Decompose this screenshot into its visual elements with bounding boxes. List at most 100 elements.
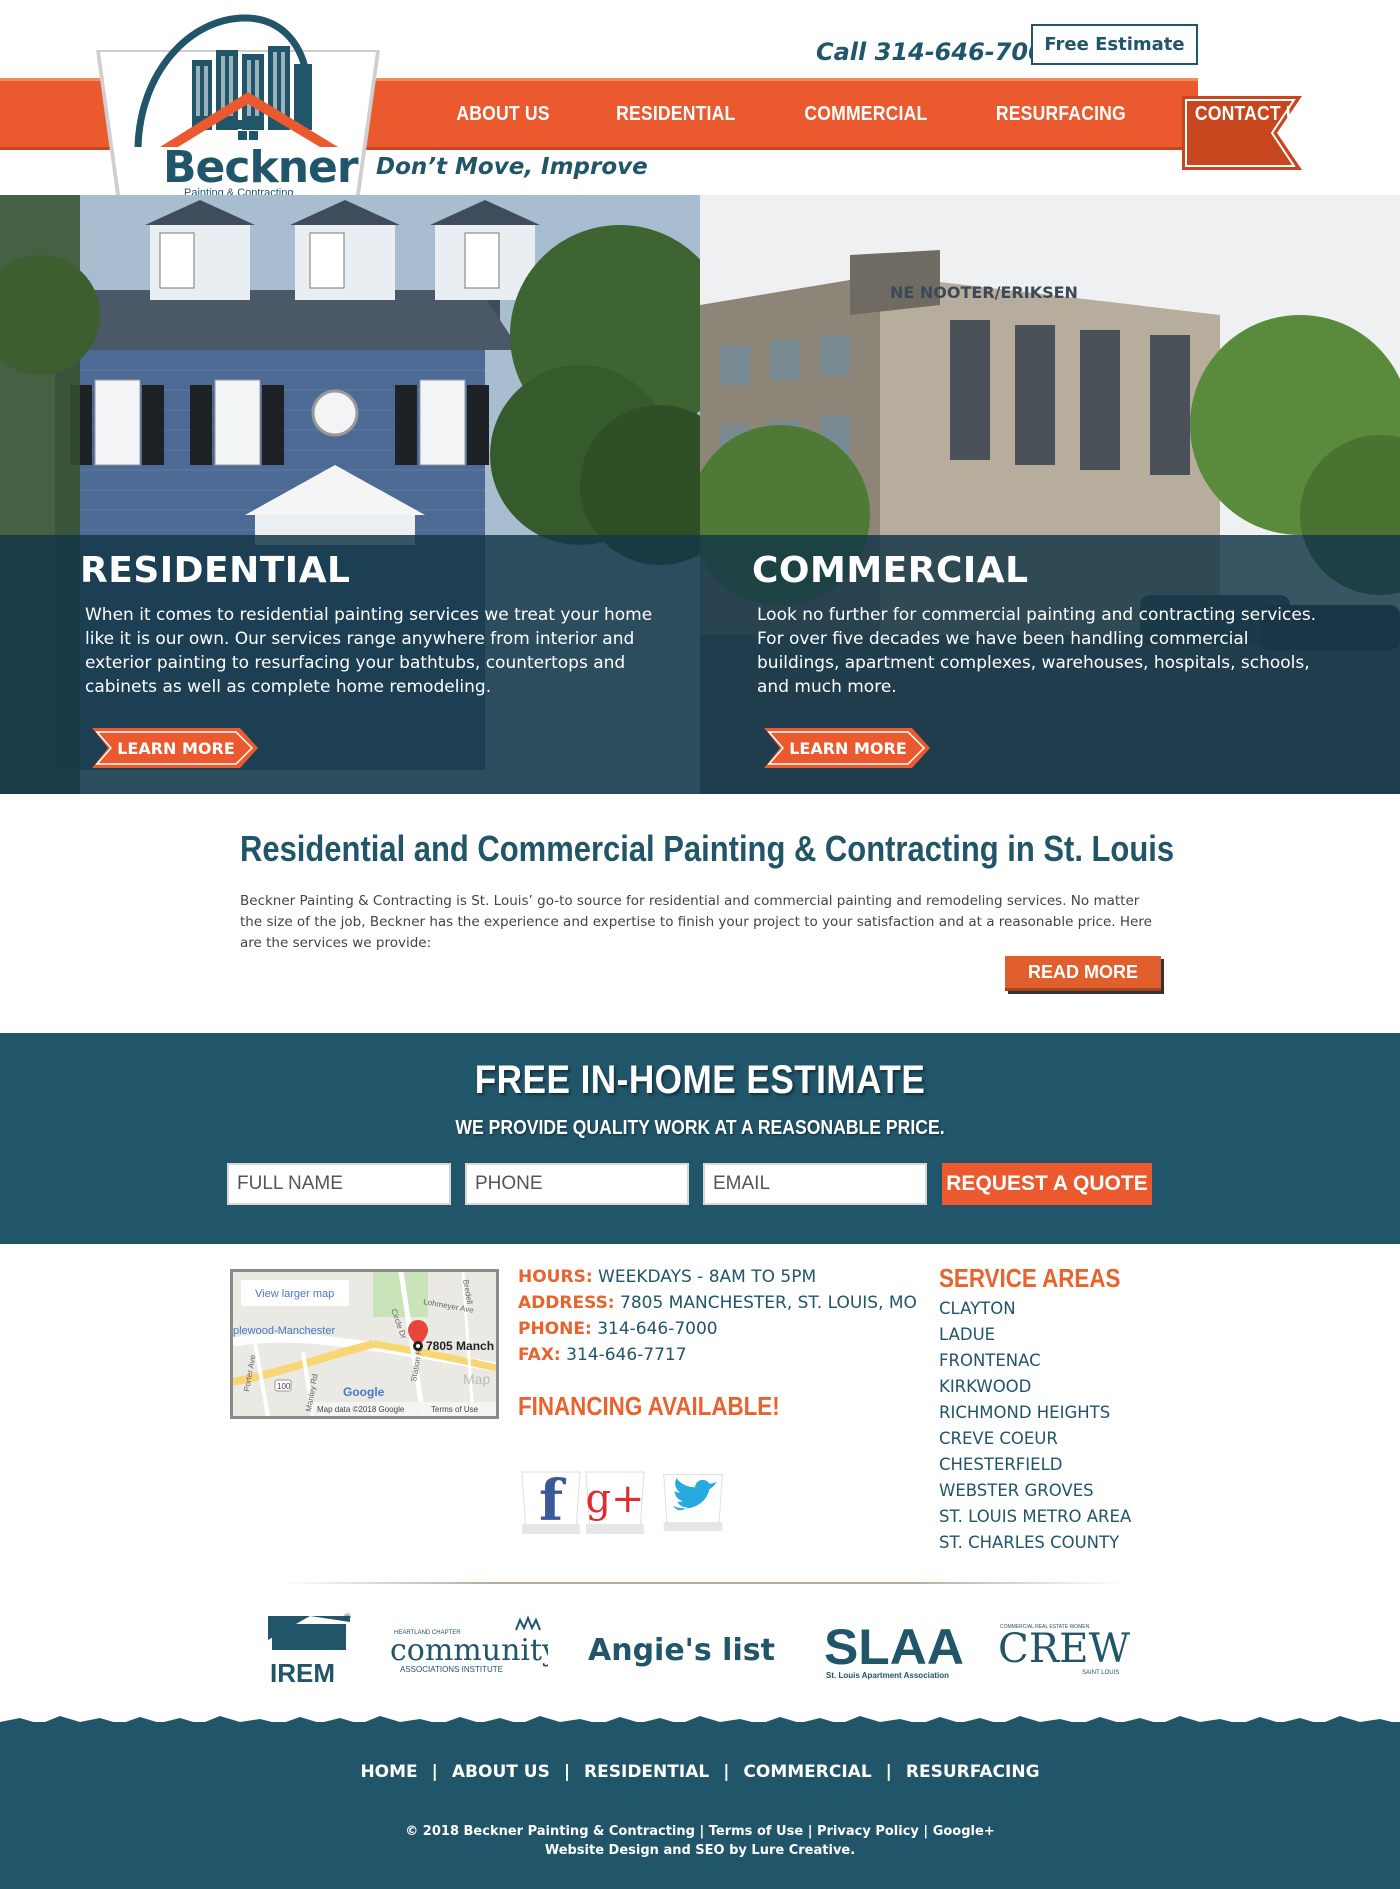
main-nav: ABOUT US RESIDENTIAL COMMERCIAL RESURFAC… bbox=[430, 78, 1351, 150]
map-route-number: 100 bbox=[277, 1382, 291, 1391]
location-map[interactable]: View larger map plewood-Manchester Circl… bbox=[230, 1269, 499, 1419]
footer-privacy-link[interactable]: Privacy Policy bbox=[817, 1824, 919, 1839]
crew-logo-main: CREW bbox=[998, 1626, 1130, 1672]
map-watermark-text: Map bbox=[463, 1371, 490, 1387]
fax-label: FAX: bbox=[518, 1345, 561, 1365]
building-sign-text: NE NOOTER/ERIKSEN bbox=[890, 283, 1078, 302]
svg-text:®: ® bbox=[344, 1612, 351, 1622]
service-area-item: ST. CHARLES COUNTY bbox=[939, 1533, 1120, 1552]
footer-nav-commercial[interactable]: COMMERCIAL bbox=[743, 1762, 871, 1782]
map-terms-link[interactable]: Terms of Use bbox=[431, 1405, 479, 1414]
commercial-learn-more-label: LEARN MORE bbox=[789, 738, 907, 758]
commercial-learn-more-button[interactable]: LEARN MORE bbox=[756, 726, 932, 770]
angies-list-logo[interactable]: Angie's list bbox=[586, 1610, 786, 1684]
footer-credit[interactable]: Website Design and SEO by Lure Creative. bbox=[545, 1843, 855, 1858]
footer-nav: HOME | ABOUT US | RESIDENTIAL | COMMERCIAL | RES… bbox=[360, 1762, 1040, 1782]
site-header: ABOUT US RESIDENTIAL COMMERCIAL RESURFAC… bbox=[0, 0, 1400, 214]
service-areas-title: SERVICE AREAS bbox=[939, 1263, 1121, 1293]
service-area-item: CREVE COEUR bbox=[939, 1429, 1058, 1448]
hours-label: HOURS: bbox=[518, 1267, 593, 1287]
cai-logo-main: community bbox=[390, 1633, 548, 1668]
hero-commercial-title: COMMERCIAL bbox=[752, 550, 1029, 591]
phone-field[interactable] bbox=[465, 1163, 689, 1205]
service-area-item: RICHMOND HEIGHTS bbox=[939, 1403, 1111, 1422]
intro-heading: Residential and Commercial Painting & Co… bbox=[240, 828, 1175, 869]
map-place-label: plewood-Manchester bbox=[233, 1325, 335, 1337]
site-footer bbox=[0, 1722, 1400, 1889]
fax-value: 314-646-7717 bbox=[566, 1345, 687, 1365]
hero-residential-text: When it comes to residential painting se… bbox=[85, 605, 653, 697]
header-phone[interactable]: Call 314-646-7000 bbox=[816, 38, 1062, 66]
address-label: ADDRESS: bbox=[518, 1293, 615, 1313]
section-divider bbox=[280, 1582, 1124, 1584]
crew-logo[interactable]: COMMERCIAL REAL ESTATE WOMEN CREW SAINT … bbox=[996, 1610, 1136, 1684]
nav-contact-us[interactable]: CONTACT US bbox=[1177, 103, 1328, 126]
hours-line: HOURS: WEEKDAYS - 8AM TO 5PM bbox=[518, 1267, 816, 1287]
map-brand-text: Google bbox=[343, 1385, 385, 1399]
estimate-title: FREE IN-HOME ESTIMATE bbox=[474, 1058, 926, 1102]
hero-residential-panel[interactable]: RESIDENTIAL When it comes to residential… bbox=[0, 195, 700, 794]
nav-about-us[interactable]: ABOUT US bbox=[439, 103, 568, 126]
slaa-logo[interactable]: SLAA St. Louis Apartment Association bbox=[822, 1610, 972, 1684]
svg-text:f: f bbox=[539, 1468, 567, 1534]
map-graphic: View larger map plewood-Manchester Circl… bbox=[233, 1272, 496, 1416]
footer-terms-link[interactable]: Terms of Use bbox=[709, 1824, 803, 1839]
footer-nav-about-us[interactable]: ABOUT US bbox=[452, 1762, 550, 1782]
intro-paragraph: Beckner Painting & Contracting is St. Lo… bbox=[240, 893, 1152, 951]
map-data-credit: Map data ©2018 Google bbox=[317, 1405, 405, 1414]
footer-nav-resurfacing[interactable]: RESURFACING bbox=[906, 1762, 1040, 1782]
residential-learn-more-button[interactable]: LEARN MORE bbox=[84, 726, 260, 770]
nav-commercial[interactable]: COMMERCIAL bbox=[786, 103, 944, 126]
irem-logo[interactable]: IREM ® bbox=[266, 1610, 356, 1684]
financing-available: FINANCING AVAILABLE! bbox=[518, 1391, 780, 1421]
service-area-item: LADUE bbox=[939, 1325, 996, 1344]
read-more-button[interactable]: READ MORE bbox=[1005, 956, 1161, 991]
logo-buildings-icon bbox=[134, 14, 338, 148]
footer-google-link[interactable]: Google+ bbox=[933, 1824, 995, 1839]
email-field[interactable] bbox=[703, 1163, 927, 1205]
service-area-item: KIRKWOOD bbox=[939, 1377, 1032, 1396]
logo-name: Beckner bbox=[163, 142, 359, 193]
svg-text:g+: g+ bbox=[585, 1476, 644, 1522]
google-plus-icon[interactable]: g+ bbox=[582, 1466, 648, 1536]
service-area-item: ST. LOUIS METRO AREA bbox=[939, 1507, 1132, 1526]
cai-logo-sub: ASSOCIATIONS INSTITUTE bbox=[400, 1665, 503, 1674]
nav-residential[interactable]: RESIDENTIAL bbox=[599, 103, 753, 126]
facebook-icon[interactable]: f bbox=[518, 1466, 584, 1536]
twitter-icon[interactable] bbox=[660, 1466, 726, 1536]
address-line: ADDRESS: 7805 MANCHESTER, ST. LOUIS, MO bbox=[518, 1293, 917, 1313]
footer-copyright: © 2018 Beckner Painting & Contracting | … bbox=[405, 1824, 995, 1858]
fax-line: FAX: 314-646-7717 bbox=[518, 1345, 687, 1365]
phone-label: PHONE: bbox=[518, 1319, 592, 1339]
service-areas-list: CLAYTON LADUE FRONTENAC KIRKWOOD RICHMON… bbox=[939, 1296, 1131, 1556]
hero-commercial-panel[interactable]: NE NOOTER/ERIKSEN COMMERCIAL Look no fur… bbox=[700, 195, 1400, 794]
hero-section: RESIDENTIAL When it comes to residential… bbox=[0, 195, 1400, 794]
map-pin-label: 7805 Manch bbox=[426, 1339, 494, 1353]
phone-line: PHONE: 314-646-7000 bbox=[518, 1319, 718, 1339]
nav-resurfacing[interactable]: RESURFACING bbox=[979, 103, 1144, 126]
slaa-logo-sub: St. Louis Apartment Association bbox=[826, 1671, 949, 1680]
estimate-subtitle: WE PROVIDE QUALITY WORK AT A REASONABLE … bbox=[455, 1117, 945, 1139]
cai-logo[interactable]: HEARTLAND CHAPTER community ASSOCIATIONS… bbox=[388, 1610, 548, 1684]
map-view-larger-link[interactable]: View larger map bbox=[255, 1288, 334, 1300]
service-area-item: CHESTERFIELD bbox=[939, 1455, 1063, 1474]
hero-commercial-text: Look no further for commercial painting … bbox=[757, 605, 1317, 697]
tagline: Don’t Move, Improve bbox=[376, 154, 648, 180]
service-area-item: WEBSTER GROVES bbox=[939, 1481, 1094, 1500]
address-value: 7805 MANCHESTER, ST. LOUIS, MO bbox=[620, 1293, 917, 1313]
copyright-text: © 2018 Beckner Painting & Contracting bbox=[405, 1824, 695, 1839]
phone-value[interactable]: 314-646-7000 bbox=[597, 1319, 717, 1339]
residential-learn-more-label: LEARN MORE bbox=[117, 738, 235, 758]
slaa-logo-main: SLAA bbox=[824, 1619, 964, 1675]
hours-value: WEEKDAYS - 8AM TO 5PM bbox=[598, 1267, 817, 1287]
free-estimate-button[interactable]: Free Estimate bbox=[1031, 24, 1198, 65]
footer-nav-home[interactable]: HOME bbox=[360, 1762, 417, 1782]
footer-nav-residential[interactable]: RESIDENTIAL bbox=[584, 1762, 709, 1782]
request-quote-button[interactable]: REQUEST A QUOTE bbox=[942, 1163, 1152, 1205]
crew-logo-sub: SAINT LOUIS bbox=[1082, 1670, 1119, 1676]
irem-logo-text: IREM bbox=[270, 1658, 335, 1684]
service-area-item: CLAYTON bbox=[939, 1299, 1016, 1318]
angies-list-logo-text: Angie's list bbox=[588, 1633, 775, 1668]
hero-residential-title: RESIDENTIAL bbox=[80, 550, 351, 591]
full-name-field[interactable] bbox=[227, 1163, 451, 1205]
